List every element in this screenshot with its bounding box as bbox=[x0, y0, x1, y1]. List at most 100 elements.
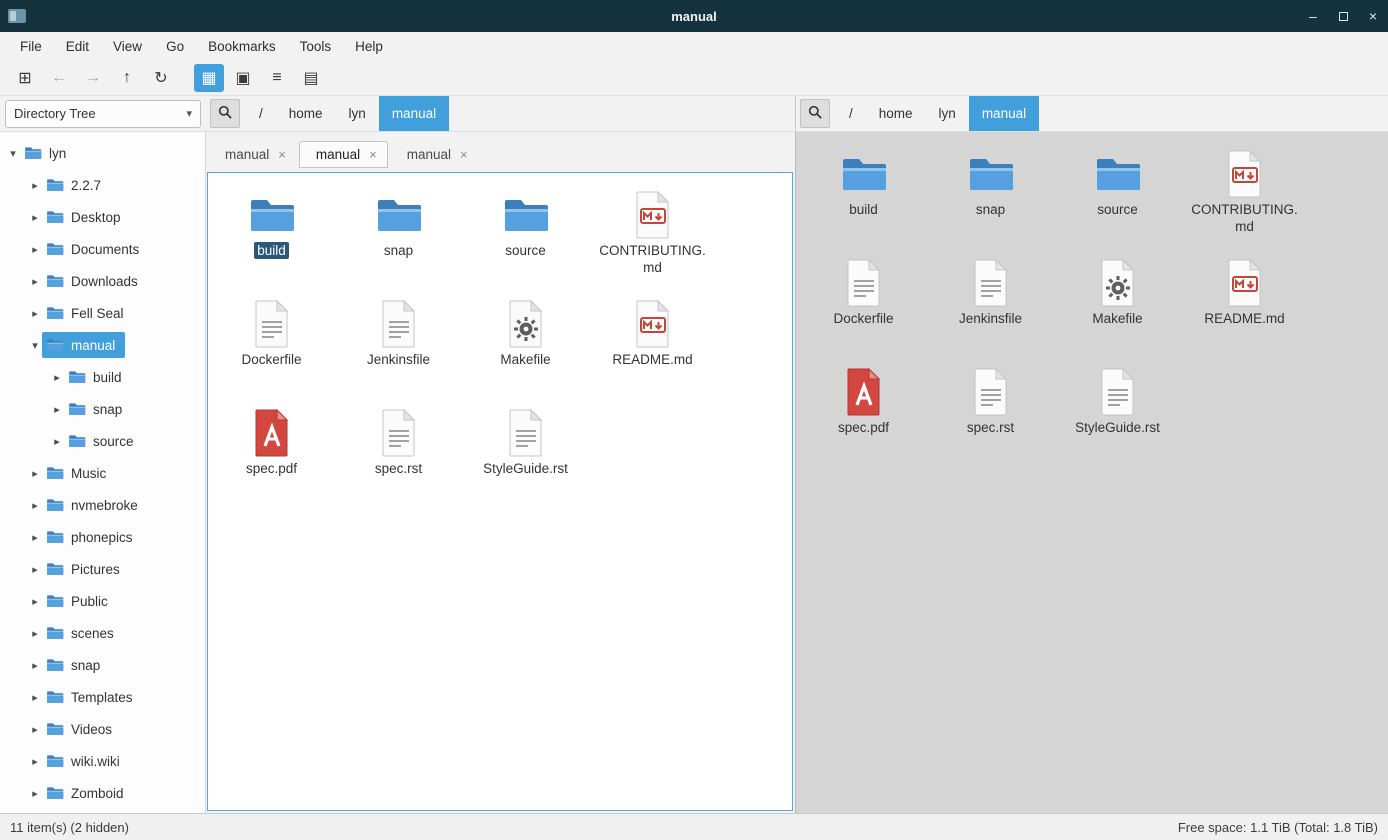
close-button[interactable]: × bbox=[1358, 0, 1388, 32]
expand-arrow-icon[interactable]: ▸ bbox=[28, 787, 42, 800]
tree-item[interactable]: ▸scenes bbox=[0, 617, 205, 649]
expand-arrow-icon[interactable]: ▸ bbox=[28, 595, 42, 608]
expand-arrow-icon[interactable]: ▸ bbox=[28, 755, 42, 768]
tab-manual[interactable]: manual× bbox=[299, 141, 388, 168]
path-segment-home[interactable]: home bbox=[276, 96, 336, 131]
expand-arrow-icon[interactable]: ▸ bbox=[50, 435, 64, 448]
menu-item-file[interactable]: File bbox=[8, 35, 54, 58]
path-segment-root[interactable]: / bbox=[246, 96, 276, 131]
expand-arrow-icon[interactable]: ▸ bbox=[28, 531, 42, 544]
tree-item[interactable]: ▾lyn bbox=[0, 137, 205, 169]
file-item[interactable]: spec.rst bbox=[335, 405, 462, 514]
expand-arrow-icon[interactable]: ▸ bbox=[28, 467, 42, 480]
menu-item-view[interactable]: View bbox=[101, 35, 154, 58]
detailed-list-view-button[interactable]: ▤ bbox=[296, 64, 326, 92]
file-item[interactable]: README.md bbox=[1181, 255, 1308, 364]
tab-close-icon[interactable]: × bbox=[460, 147, 468, 162]
thumbnail-view-button[interactable]: ▣ bbox=[228, 64, 258, 92]
file-item[interactable]: Makefile bbox=[1054, 255, 1181, 364]
menu-item-edit[interactable]: Edit bbox=[54, 35, 101, 58]
menu-item-go[interactable]: Go bbox=[154, 35, 196, 58]
file-item[interactable]: Dockerfile bbox=[208, 296, 335, 405]
tree-item[interactable]: ▸snap bbox=[0, 649, 205, 681]
tree-item[interactable]: ▸nvmebroke bbox=[0, 489, 205, 521]
expand-arrow-icon[interactable]: ▸ bbox=[28, 179, 42, 192]
path-segment-manual[interactable]: manual bbox=[969, 96, 1039, 131]
file-item[interactable]: build bbox=[208, 187, 335, 296]
right-pane-filter-button[interactable] bbox=[800, 99, 830, 128]
right-file-view[interactable]: buildsnapsourceCONTRIBUTING.md Dockerfile… bbox=[796, 132, 1388, 813]
tree-item[interactable]: ▸source bbox=[0, 425, 205, 457]
expand-arrow-icon[interactable]: ▸ bbox=[28, 659, 42, 672]
file-item[interactable]: Makefile bbox=[462, 296, 589, 405]
file-item[interactable]: snap bbox=[335, 187, 462, 296]
menu-item-tools[interactable]: Tools bbox=[288, 35, 344, 58]
menu-item-help[interactable]: Help bbox=[343, 35, 395, 58]
file-item[interactable]: README.md bbox=[589, 296, 716, 405]
expand-arrow-icon[interactable]: ▸ bbox=[28, 211, 42, 224]
expand-arrow-icon[interactable]: ▸ bbox=[28, 627, 42, 640]
expand-arrow-icon[interactable]: ▸ bbox=[28, 499, 42, 512]
tree-item[interactable]: ▸Music bbox=[0, 457, 205, 489]
file-item[interactable]: source bbox=[1054, 146, 1181, 255]
file-item[interactable]: snap bbox=[927, 146, 1054, 255]
file-item[interactable]: Jenkinsfile bbox=[927, 255, 1054, 364]
tree-item[interactable]: ▸phonepics bbox=[0, 521, 205, 553]
tree-item[interactable]: ▸Pictures bbox=[0, 553, 205, 585]
icon-view-button[interactable]: ▦ bbox=[194, 64, 224, 92]
path-segment-manual[interactable]: manual bbox=[379, 96, 449, 131]
expand-arrow-icon[interactable]: ▸ bbox=[28, 243, 42, 256]
path-segment-home[interactable]: home bbox=[866, 96, 926, 131]
collapse-arrow-icon[interactable]: ▾ bbox=[6, 147, 20, 160]
tab-close-icon[interactable]: × bbox=[369, 147, 377, 162]
sidebar-mode-select[interactable]: Directory Tree ▾ bbox=[5, 100, 201, 128]
minimize-button[interactable]: – bbox=[1298, 0, 1328, 32]
tree-item[interactable]: ▸Fell Seal bbox=[0, 297, 205, 329]
tree-item[interactable]: ▸snap bbox=[0, 393, 205, 425]
tree-item[interactable]: ▸Desktop bbox=[0, 201, 205, 233]
collapse-arrow-icon[interactable]: ▾ bbox=[28, 339, 42, 352]
tree-item[interactable]: ▸Templates bbox=[0, 681, 205, 713]
tree-item[interactable]: ▸Downloads bbox=[0, 265, 205, 297]
menu-item-bookmarks[interactable]: Bookmarks bbox=[196, 35, 288, 58]
file-item[interactable]: build bbox=[800, 146, 927, 255]
expand-arrow-icon[interactable]: ▸ bbox=[28, 307, 42, 320]
tree-item[interactable]: ▾manual bbox=[0, 329, 205, 361]
up-button[interactable]: ↑ bbox=[112, 64, 142, 92]
reload-button[interactable]: ↻ bbox=[146, 64, 176, 92]
tree-item[interactable]: ▸wiki.wiki bbox=[0, 745, 205, 777]
back-button[interactable]: ← bbox=[44, 64, 74, 92]
expand-arrow-icon[interactable]: ▸ bbox=[50, 403, 64, 416]
tree-item[interactable]: ▸Zomboid bbox=[0, 777, 205, 809]
tree-item[interactable]: ▸build bbox=[0, 361, 205, 393]
file-item[interactable]: StyleGuide.rst bbox=[1054, 364, 1181, 473]
file-item[interactable]: CONTRIBUTING.md bbox=[1181, 146, 1308, 255]
expand-arrow-icon[interactable]: ▸ bbox=[50, 371, 64, 384]
tree-item[interactable]: ▸Videos bbox=[0, 713, 205, 745]
file-item[interactable]: source bbox=[462, 187, 589, 296]
new-tab-button[interactable]: ⊞ bbox=[10, 64, 40, 92]
expand-arrow-icon[interactable]: ▸ bbox=[28, 691, 42, 704]
tab-manual[interactable]: manual× bbox=[390, 141, 479, 168]
tab-close-icon[interactable]: × bbox=[278, 147, 286, 162]
compact-view-button[interactable]: ≡ bbox=[262, 64, 292, 92]
tab-manual[interactable]: manual× bbox=[208, 141, 297, 168]
tree-item[interactable]: ▸Documents bbox=[0, 233, 205, 265]
file-item[interactable]: StyleGuide.rst bbox=[462, 405, 589, 514]
file-item[interactable]: CONTRIBUTING.md bbox=[589, 187, 716, 296]
expand-arrow-icon[interactable]: ▸ bbox=[28, 275, 42, 288]
file-item[interactable]: spec.pdf bbox=[208, 405, 335, 514]
file-item[interactable]: spec.pdf bbox=[800, 364, 927, 473]
forward-button[interactable]: → bbox=[78, 64, 108, 92]
path-segment-lyn[interactable]: lyn bbox=[336, 96, 379, 131]
path-segment-lyn[interactable]: lyn bbox=[926, 96, 969, 131]
file-item[interactable]: Dockerfile bbox=[800, 255, 927, 364]
file-item[interactable]: Jenkinsfile bbox=[335, 296, 462, 405]
expand-arrow-icon[interactable]: ▸ bbox=[28, 723, 42, 736]
maximize-button[interactable] bbox=[1328, 0, 1358, 32]
left-pane-filter-button[interactable] bbox=[210, 99, 240, 128]
left-file-view[interactable]: buildsnapsourceCONTRIBUTING.md Dockerfile… bbox=[207, 172, 793, 811]
expand-arrow-icon[interactable]: ▸ bbox=[28, 563, 42, 576]
tree-item[interactable]: ▸2.2.7 bbox=[0, 169, 205, 201]
tree-item[interactable]: ▸Public bbox=[0, 585, 205, 617]
